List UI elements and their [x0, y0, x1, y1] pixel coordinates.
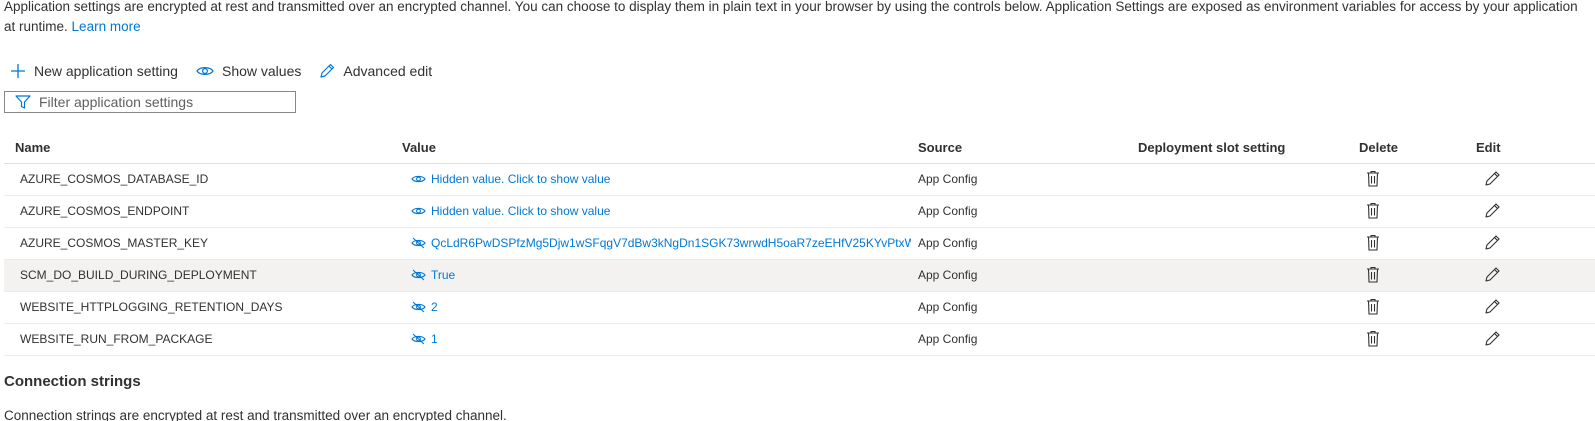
pencil-icon	[1485, 203, 1500, 218]
trash-icon	[1367, 202, 1379, 219]
intro-description: Application settings are encrypted at re…	[4, 0, 1578, 34]
setting-value-text: Hidden value. Click to show value	[431, 204, 611, 218]
setting-value-text: Hidden value. Click to show value	[431, 172, 611, 186]
delete-button[interactable]	[1366, 234, 1380, 254]
header-name[interactable]: Name	[15, 140, 50, 155]
edit-button[interactable]	[1484, 202, 1501, 222]
table-body: AZURE_COSMOS_DATABASE_ID Hidden value. Cl…	[4, 164, 1595, 356]
setting-value[interactable]: 1	[411, 332, 911, 346]
header-value[interactable]: Value	[402, 140, 436, 155]
toolbar: New application setting Show values Adva…	[10, 60, 450, 82]
header-delete: Delete	[1359, 140, 1399, 155]
edit-button[interactable]	[1484, 330, 1501, 350]
setting-value-text: True	[431, 268, 456, 282]
show-values-button[interactable]: Show values	[196, 63, 301, 79]
setting-value-text: 1	[431, 332, 438, 346]
setting-value-text: 2	[431, 300, 438, 314]
setting-value[interactable]: Hidden value. Click to show value	[411, 204, 911, 218]
app-settings-table: Name Value Source Deployment slot settin…	[4, 131, 1595, 356]
eye-off-icon	[411, 301, 426, 313]
eye-icon	[196, 67, 214, 75]
plus-icon	[11, 64, 25, 78]
connection-strings-title: Connection strings	[4, 373, 141, 390]
delete-button[interactable]	[1366, 202, 1380, 222]
table-header: Name Value Source Deployment slot settin…	[4, 131, 1595, 164]
delete-button[interactable]	[1366, 330, 1380, 350]
header-edit: Edit	[1476, 140, 1501, 155]
setting-value[interactable]: Hidden value. Click to show value	[411, 172, 911, 186]
table-row[interactable]: WEBSITE_HTTPLOGGING_RETENTION_DAYS 2 App C…	[4, 292, 1595, 324]
advanced-edit-label: Advanced edit	[343, 63, 433, 79]
eye-off-icon	[411, 333, 426, 345]
eye-off-icon	[411, 269, 426, 281]
setting-value[interactable]: QcLdR6PwDSPfzMg5Djw1wSFqgV7dBw3kNgDn1SGK…	[411, 236, 911, 250]
setting-source: App Config	[918, 204, 978, 218]
new-application-setting-label: New application setting	[34, 63, 178, 79]
trash-icon	[1367, 170, 1379, 187]
edit-button[interactable]	[1484, 170, 1501, 190]
delete-button[interactable]	[1366, 298, 1380, 318]
setting-source: App Config	[918, 300, 978, 314]
setting-name: WEBSITE_HTTPLOGGING_RETENTION_DAYS	[20, 300, 283, 314]
edit-button[interactable]	[1484, 266, 1501, 286]
setting-name: AZURE_COSMOS_MASTER_KEY	[20, 236, 209, 250]
intro-text: Application settings are encrypted at re…	[4, 0, 1584, 37]
pencil-icon	[1485, 267, 1500, 282]
setting-name: AZURE_COSMOS_ENDPOINT	[20, 204, 190, 218]
eye-icon	[411, 175, 426, 183]
table-row[interactable]: AZURE_COSMOS_ENDPOINT Hidden value. Click…	[4, 196, 1595, 228]
pencil-icon	[1485, 331, 1500, 346]
learn-more-link[interactable]: Learn more	[72, 19, 141, 34]
table-row[interactable]: AZURE_COSMOS_MASTER_KEY QcLdR6PwDSPfzMg5D…	[4, 228, 1595, 260]
setting-value[interactable]: True	[411, 268, 911, 282]
trash-icon	[1367, 298, 1379, 315]
table-row[interactable]: AZURE_COSMOS_DATABASE_ID Hidden value. Cl…	[4, 164, 1595, 196]
app-settings-page: Application settings are encrypted at re…	[0, 0, 1595, 421]
setting-value[interactable]: 2	[411, 300, 911, 314]
table-row[interactable]: SCM_DO_BUILD_DURING_DEPLOYMENT True App Co…	[4, 260, 1595, 292]
edit-button[interactable]	[1484, 298, 1501, 318]
header-deployment-slot[interactable]: Deployment slot setting	[1138, 140, 1285, 155]
setting-source: App Config	[918, 332, 978, 346]
advanced-edit-button[interactable]: Advanced edit	[319, 63, 432, 79]
connection-strings-description: Connection strings are encrypted at rest…	[4, 408, 507, 421]
setting-source: App Config	[918, 172, 978, 186]
edit-button[interactable]	[1484, 234, 1501, 254]
delete-button[interactable]	[1366, 266, 1380, 286]
pencil-icon	[1485, 299, 1500, 314]
filter-box	[4, 91, 296, 113]
setting-value-text: QcLdR6PwDSPfzMg5Djw1wSFqgV7dBw3kNgDn1SGK…	[431, 236, 911, 250]
setting-source: App Config	[918, 268, 978, 282]
filter-input[interactable]	[39, 94, 279, 110]
show-values-label: Show values	[221, 63, 302, 79]
table-row[interactable]: WEBSITE_RUN_FROM_PACKAGE 1 App Config	[4, 324, 1595, 356]
setting-source: App Config	[918, 236, 978, 250]
delete-button[interactable]	[1366, 170, 1380, 190]
trash-icon	[1367, 266, 1379, 283]
eye-off-icon	[411, 237, 426, 249]
trash-icon	[1367, 234, 1379, 251]
eye-icon	[411, 207, 426, 215]
new-application-setting-button[interactable]: New application setting	[10, 63, 178, 79]
pencil-icon	[320, 63, 335, 78]
filter-icon	[15, 95, 31, 109]
setting-name: WEBSITE_RUN_FROM_PACKAGE	[20, 332, 213, 346]
setting-name: AZURE_COSMOS_DATABASE_ID	[20, 172, 209, 186]
pencil-icon	[1485, 235, 1500, 250]
pencil-icon	[1485, 171, 1500, 186]
setting-name: SCM_DO_BUILD_DURING_DEPLOYMENT	[20, 268, 257, 282]
header-source[interactable]: Source	[918, 140, 962, 155]
trash-icon	[1367, 330, 1379, 347]
